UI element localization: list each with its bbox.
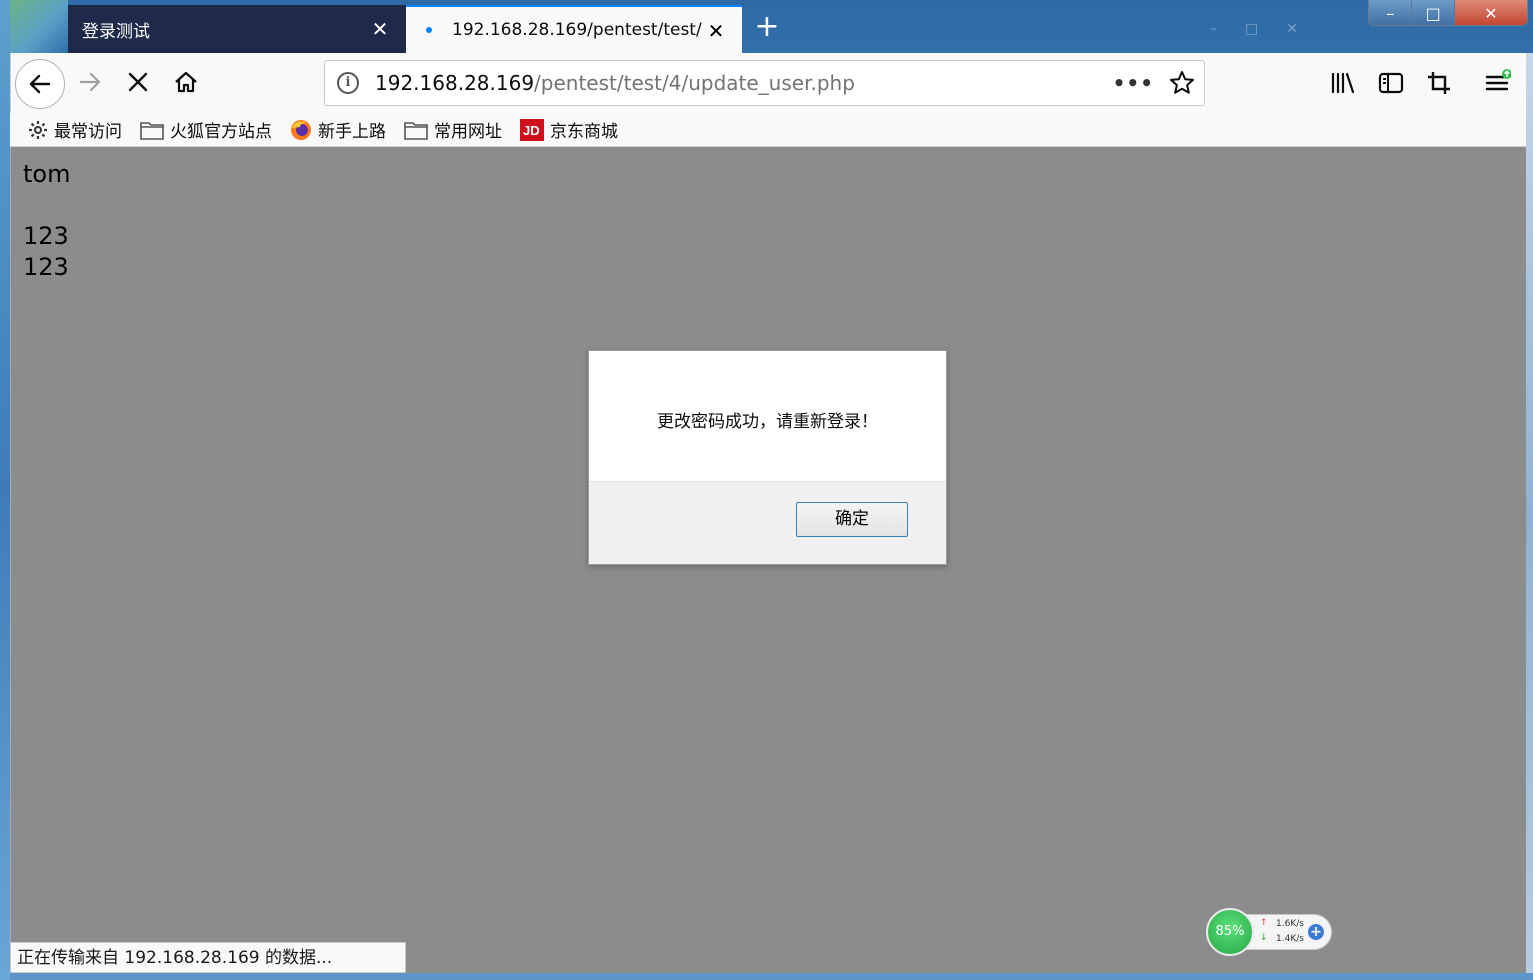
password-text: 123 <box>23 222 69 250</box>
folder-icon <box>140 120 164 140</box>
back-button[interactable] <box>15 59 65 109</box>
bookmark-star-icon[interactable] <box>1168 69 1196 97</box>
bookmark-label: 最常访问 <box>54 122 122 142</box>
svg-text:JD: JD <box>523 123 540 138</box>
bookmark-label: 新手上路 <box>318 122 386 142</box>
folder-icon <box>404 120 428 140</box>
arrow-left-icon <box>29 74 51 94</box>
usage-percent-badge[interactable]: 85% <box>1206 908 1254 956</box>
home-icon <box>175 71 197 93</box>
upload-arrow-icon: ↑ <box>1260 918 1268 928</box>
gear-icon <box>28 120 48 140</box>
home-button[interactable] <box>171 67 201 97</box>
stop-button[interactable] <box>123 67 153 97</box>
plus-icon[interactable]: + <box>1308 924 1324 940</box>
alert-dialog: 更改密码成功，请重新登录！ 确定 <box>588 350 947 565</box>
username-text: tom <box>23 160 71 188</box>
desktop-right-edge <box>1526 53 1533 980</box>
tab-login-test[interactable]: 登录测试 ✕ <box>68 5 406 53</box>
tab-title: 192.168.28.169/pentest/test/ <box>452 20 702 40</box>
library-icon[interactable] <box>1329 69 1357 97</box>
close-icon[interactable]: ✕ <box>370 19 390 39</box>
close-window-button[interactable]: ✕ <box>1453 0 1527 25</box>
network-speed-widget[interactable]: 85% ↑ 1.6K/s ↓ 1.4K/s + <box>1206 908 1332 956</box>
bookmark-common-sites[interactable]: 常用网址 <box>404 117 502 142</box>
url-path: /pentest/test/4/update_user.php <box>534 71 855 95</box>
page-actions-menu-icon[interactable]: ••• <box>1113 71 1154 95</box>
url-text[interactable]: 192.168.28.169/pentest/test/4/update_use… <box>375 71 855 95</box>
url-host: 192.168.28.169 <box>375 71 535 95</box>
minimize-button[interactable]: – <box>1369 0 1412 25</box>
close-icon[interactable]: ✕ <box>706 21 726 41</box>
bookmark-label: 火狐官方站点 <box>170 122 272 142</box>
sidebar-icon[interactable] <box>1377 69 1405 97</box>
bookmark-firefox-official[interactable]: 火狐官方站点 <box>140 117 272 142</box>
bookmark-most-visited[interactable]: 最常访问 <box>28 117 122 142</box>
page-content: tom 123 123 更改密码成功，请重新登录！ 确定 <box>10 147 1526 980</box>
download-speed: 1.4K/s <box>1276 934 1304 944</box>
jd-icon: JD <box>520 118 544 141</box>
tab-update-user[interactable]: 192.168.28.169/pentest/test/ ✕ <box>406 5 742 53</box>
arrow-right-icon <box>79 72 101 92</box>
bookmark-getting-started[interactable]: 新手上路 <box>290 117 386 142</box>
page-text: tom 123 123 <box>23 159 70 283</box>
loading-dot-icon <box>426 27 432 33</box>
navigation-toolbar: i 192.168.28.169/pentest/test/4/update_u… <box>10 53 1526 113</box>
desktop-bottom-edge <box>10 973 1533 980</box>
background-window-controls: – □ ✕ <box>1180 5 1370 53</box>
bookmarks-toolbar: 最常访问 火狐官方站点 新手上路 常用网址 JD 京东商城 <box>10 113 1526 147</box>
close-icon: ✕ <box>1286 21 1298 37</box>
alert-message: 更改密码成功，请重新登录！ <box>657 412 878 432</box>
bookmark-label: 常用网址 <box>434 122 502 142</box>
url-bar[interactable]: i 192.168.28.169/pentest/test/4/update_u… <box>324 60 1205 106</box>
screenshot-crop-icon[interactable] <box>1425 69 1453 97</box>
download-arrow-icon: ↓ <box>1260 933 1268 943</box>
info-icon[interactable]: i <box>337 72 359 94</box>
firefox-icon <box>290 119 312 141</box>
bookmark-label: 京东商城 <box>550 122 618 142</box>
menu-hamburger-icon[interactable] <box>1483 69 1511 97</box>
new-tab-button[interactable]: + <box>752 12 782 42</box>
alert-footer: 确定 <box>589 481 946 564</box>
tab-strip: 登录测试 ✕ 192.168.28.169/pentest/test/ ✕ + … <box>0 0 1533 53</box>
tab-title: 登录测试 <box>82 21 150 42</box>
status-bar: 正在传输来自 192.168.28.169 的数据... <box>10 942 406 973</box>
upload-speed: 1.6K/s <box>1276 919 1304 929</box>
forward-button[interactable] <box>75 67 105 97</box>
desktop-left-edge <box>0 0 10 980</box>
minimize-icon: – <box>1210 21 1217 37</box>
bookmark-jd[interactable]: JD 京东商城 <box>520 117 618 142</box>
stop-x-icon <box>128 72 148 92</box>
ok-button[interactable]: 确定 <box>796 502 908 537</box>
maximize-button[interactable]: □ <box>1411 0 1454 25</box>
window-controls: – □ ✕ <box>1368 0 1528 26</box>
maximize-icon: □ <box>1245 21 1259 37</box>
password-confirm-text: 123 <box>23 253 69 281</box>
